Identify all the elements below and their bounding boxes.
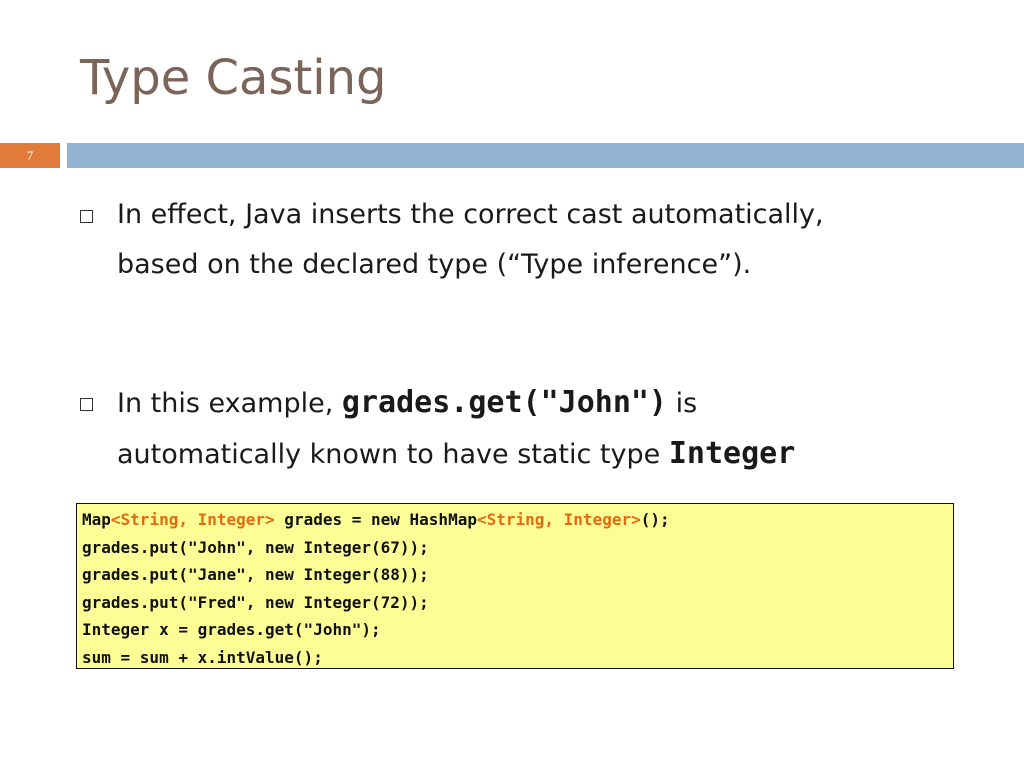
bullet-2-prefix: In this example,	[117, 388, 342, 419]
bullet-1-line-2: based on the declared type (“Type infere…	[117, 249, 752, 280]
inline-code-grades-get: grades.get("John")	[341, 385, 667, 420]
header-band	[67, 143, 1024, 168]
code-token-generic: <String, Integer>	[110, 510, 275, 529]
bullet-2-line-2: automatically known to have static type …	[117, 429, 980, 480]
slide-title: Type Casting	[80, 50, 387, 106]
code-token-map: Map	[82, 510, 111, 529]
code-token-mid: grades = new HashMap	[274, 510, 477, 529]
code-token-generic: <String, Integer>	[476, 510, 641, 529]
bullet-2-line-1: In this example, grades.get("John") is	[117, 378, 980, 429]
bullet-item-1: In effect, Java inserts the correct cast…	[80, 190, 980, 290]
bullet-square-icon	[80, 398, 93, 411]
bullet-2-suffix: is	[667, 388, 698, 419]
code-line-5: Integer x = grades.get("John");	[82, 620, 381, 639]
bullet-item-2: In this example, grades.get("John") is a…	[80, 378, 980, 480]
code-line-3: grades.put("Jane", new Integer(88));	[82, 565, 429, 584]
slide-number: 7	[0, 143, 60, 168]
code-token-end: ();	[640, 510, 670, 529]
bullet-2-line-2-text: automatically known to have static type	[117, 439, 669, 470]
slide-number-text: 7	[26, 147, 34, 163]
code-line-4: grades.put("Fred", new Integer(72));	[82, 592, 429, 612]
code-line-2: grades.put("John", new Integer(67));	[82, 537, 429, 557]
code-block: Map<String, Integer> grades = new HashMa…	[76, 503, 954, 669]
bullet-1-line-1: In effect, Java inserts the correct cast…	[117, 199, 824, 230]
code-line-6: sum = sum + x.intValue();	[82, 647, 323, 667]
code-line-1: Map<String, Integer> grades = new HashMa…	[82, 506, 953, 534]
inline-code-integer: Integer	[668, 436, 796, 471]
bullet-square-icon	[80, 210, 93, 223]
